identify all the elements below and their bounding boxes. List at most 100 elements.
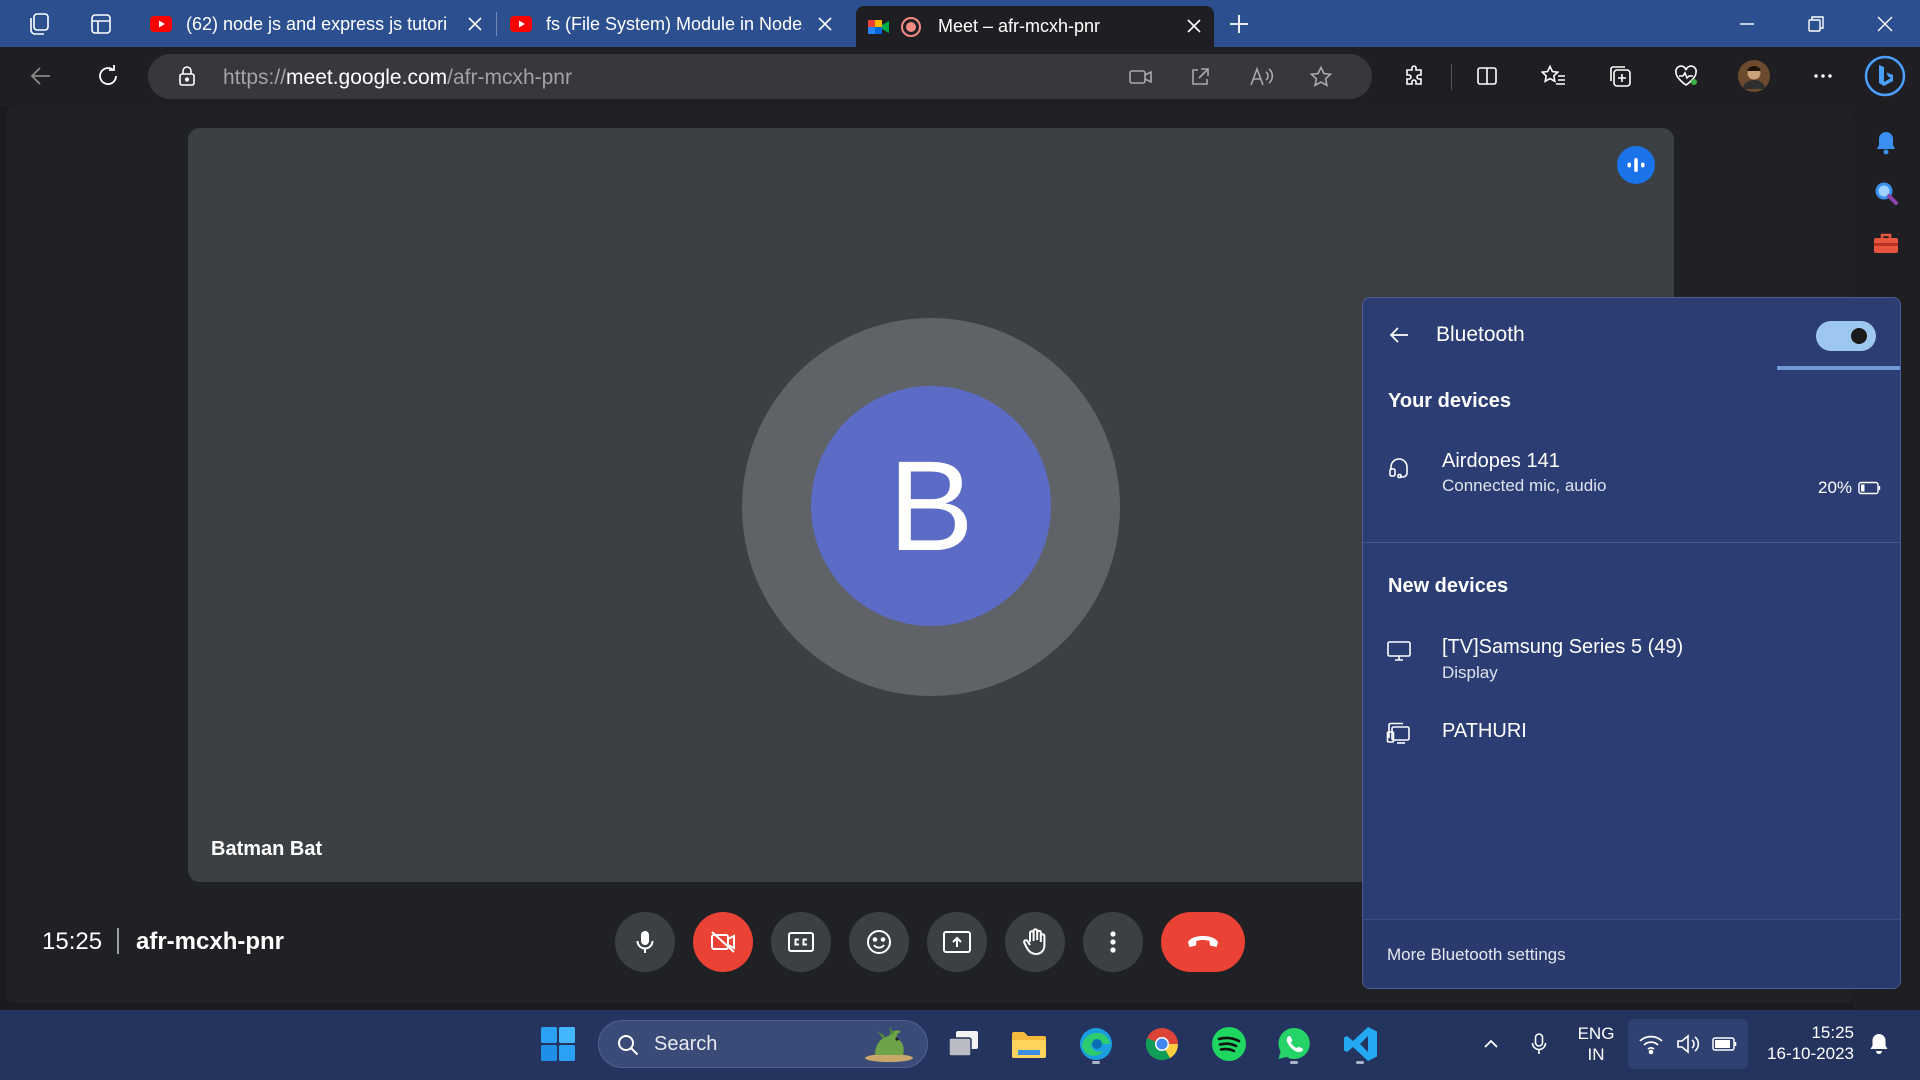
bluetooth-toggle[interactable] [1816,321,1876,351]
read-aloud-icon[interactable] [1244,60,1278,94]
edge-browser-icon[interactable] [1074,1022,1118,1066]
recording-icon [900,16,922,37]
minimize-icon[interactable] [1730,7,1764,41]
devices-icon [1386,720,1412,746]
device-row-samsung-tv[interactable]: [TV]Samsung Series 5 (49) Display [1363,622,1900,702]
close-tab-icon[interactable] [815,14,835,34]
profile-avatar[interactable] [1737,59,1771,93]
bing-copilot-icon[interactable] [1864,55,1906,97]
raise-hand-icon [1021,927,1049,957]
battery-icon [1858,481,1882,495]
favorites-icon[interactable] [1537,59,1571,93]
battery-level: 20% [1818,478,1853,497]
tab-actions-icon[interactable] [84,7,118,41]
split-screen-icon[interactable] [1470,59,1504,93]
taskbar-search[interactable]: Search [598,1020,928,1068]
microphone-button[interactable] [615,912,675,972]
back-icon[interactable] [24,59,58,93]
refresh-icon[interactable] [91,59,125,93]
tab-strip: (62) node js and express js tutori fs (F… [0,0,1920,47]
task-view-icon[interactable] [942,1022,986,1066]
close-window-icon[interactable] [1868,7,1902,41]
tab-title: fs (File System) Module in Node.J [546,13,804,34]
settings-more-icon[interactable] [1806,59,1840,93]
present-button[interactable] [927,912,987,972]
search-icon [616,1033,640,1057]
url-domain: meet.google.com [286,66,448,89]
camera-permission-icon[interactable] [1124,60,1158,94]
restore-icon[interactable] [1799,7,1833,41]
tab-node-express-tutorial[interactable]: (62) node js and express js tutori [150,4,495,44]
clock-date: 16-10-2023 [1767,1044,1854,1063]
language-indicator[interactable]: ENG IN [1572,1023,1620,1065]
tools-icon[interactable] [1869,226,1903,260]
vscode-icon[interactable] [1338,1022,1382,1066]
close-tab-icon[interactable] [1184,16,1204,36]
system-clock[interactable]: 15:25 16-10-2023 [1758,1022,1854,1064]
chrome-icon[interactable] [1140,1022,1184,1066]
your-devices-heading: Your devices [1388,390,1512,412]
spotify-icon[interactable] [1207,1022,1251,1066]
device-status: Display [1442,663,1498,682]
speaking-indicator-icon [1617,146,1655,184]
battery-status: 20% [1818,478,1882,498]
browser-essentials-icon[interactable] [1669,59,1703,93]
tab-title: Meet – afr-mcxh-pnr [938,16,1101,36]
file-explorer-icon[interactable] [1007,1022,1051,1066]
address-bar[interactable]: https://meet.google.com/afr-mcxh-pnr [148,54,1372,99]
tab-fs-module[interactable]: fs (File System) Module in Node.J [510,4,845,44]
emoji-icon [865,928,893,956]
captions-icon [787,931,815,953]
battery-tray-icon [1712,1031,1738,1057]
divider [117,928,119,954]
lock-icon[interactable] [176,65,198,87]
bluetooth-title: Bluetooth [1436,323,1525,346]
more-icon [1109,929,1117,955]
camera-off-icon [709,929,737,955]
end-call-icon [1185,933,1221,951]
meeting-code: afr-mcxh-pnr [136,928,285,955]
whatsapp-icon[interactable] [1272,1022,1316,1066]
collections-icon[interactable] [1603,59,1637,93]
new-tab-icon[interactable] [1222,7,1256,41]
reactions-button[interactable] [849,912,909,972]
youtube-icon [510,16,532,32]
participant-avatar: B [811,386,1051,626]
extensions-icon[interactable] [1398,59,1432,93]
camera-button[interactable] [693,912,753,972]
device-row-pathuri[interactable]: PATHURI [1363,706,1900,766]
scan-progress-bar [1777,366,1900,370]
favorite-star-icon[interactable] [1304,60,1338,94]
tab-meet[interactable]: Meet – afr-mcxh-pnr [856,6,1214,47]
section-divider [1363,542,1900,543]
toggle-knob [1851,328,1867,344]
show-hidden-icons-chevron[interactable] [1469,1022,1513,1066]
end-call-button[interactable] [1161,912,1245,972]
google-meet-icon [868,19,890,35]
workspaces-icon[interactable] [22,7,56,41]
windows-taskbar: Search ENG IN 15:25 16-10-2023 [0,1010,1920,1080]
notification-bell-icon[interactable] [1869,126,1903,160]
device-name: Airdopes 141 [1442,450,1560,472]
close-tab-icon[interactable] [465,14,485,34]
url-prefix: https:// [223,66,287,89]
captions-button[interactable] [771,912,831,972]
headset-icon [1386,455,1412,481]
quick-settings[interactable] [1628,1019,1748,1069]
participant-name: Batman Bat [211,838,323,860]
mic-icon [633,929,657,955]
flyout-footer: More Bluetooth settings [1363,919,1900,988]
windows-start-icon[interactable] [536,1022,580,1066]
more-bluetooth-settings-link[interactable]: More Bluetooth settings [1387,945,1566,965]
back-arrow-icon[interactable] [1387,323,1411,347]
notifications-icon[interactable] [1857,1022,1901,1066]
search-sidebar-icon[interactable] [1869,176,1903,210]
more-options-button[interactable] [1083,912,1143,972]
open-in-app-icon[interactable] [1183,60,1217,94]
search-highlight-dragon-icon [861,1025,917,1063]
raise-hand-button[interactable] [1005,912,1065,972]
microphone-tray-icon[interactable] [1517,1022,1561,1066]
clock-time: 15:25 [1811,1023,1854,1042]
device-status: Connected mic, audio [1442,476,1607,495]
device-name: [TV]Samsung Series 5 (49) [1442,636,1684,658]
